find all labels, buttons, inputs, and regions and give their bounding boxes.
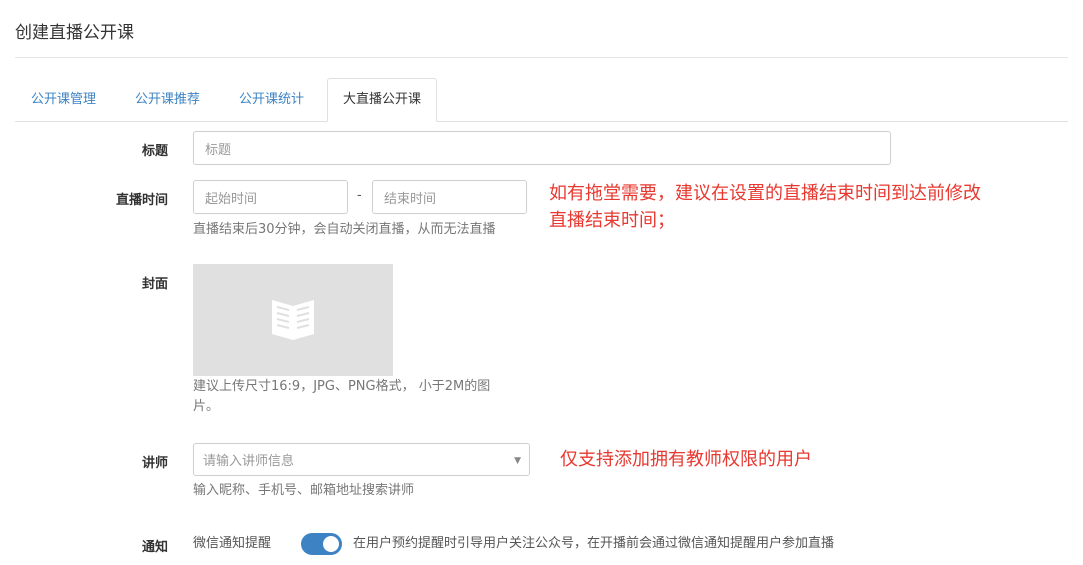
time-separator: - <box>357 188 362 203</box>
cover-label: 封面 <box>141 277 168 292</box>
divider <box>15 57 1068 58</box>
live-time-label: 直播时间 <box>115 193 168 208</box>
cover-help-line1: 建议上传尺寸16:9，JPG、PNG格式， 小于2M的图 <box>193 379 491 394</box>
end-time-input[interactable]: 结束时间 <box>372 180 527 214</box>
cover-upload[interactable] <box>193 264 393 376</box>
live-time-annotation-line2: 直播结束时间； <box>549 210 675 231</box>
title-input[interactable]: 标题 <box>193 131 891 165</box>
live-time-help: 直播结束后30分钟，会自动关闭直播，从而无法直播 <box>193 222 496 237</box>
notify-description: 在用户预约提醒时引导用户关注公众号，在开播前会通过微信通知提醒用户参加直播 <box>353 536 835 551</box>
teacher-select[interactable]: 请输入讲师信息 ▼ <box>193 443 530 476</box>
live-time-annotation-line1: 如有拖堂需要，建议在设置的直播结束时间到达前修改 <box>549 183 981 204</box>
tab-course-recommendation[interactable]: 公开课推荐 <box>135 79 200 121</box>
notify-label: 通知 <box>141 540 168 555</box>
teacher-annotation: 仅支持添加拥有教师权限的用户 <box>560 449 812 470</box>
tab-big-live-course[interactable]: 大直播公开课 <box>327 78 438 122</box>
tab-course-management[interactable]: 公开课管理 <box>31 79 96 121</box>
tab-bar: 公开课管理 公开课推荐 公开课统计 大直播公开课 <box>15 78 1068 122</box>
chevron-down-icon: ▼ <box>514 456 521 466</box>
teacher-select-placeholder: 请输入讲师信息 <box>203 454 295 469</box>
start-time-input[interactable]: 起始时间 <box>193 180 348 214</box>
cover-help-line2: 片。 <box>193 399 220 414</box>
book-icon <box>272 300 314 340</box>
teacher-help: 输入昵称、手机号、邮箱地址搜索讲师 <box>193 483 415 498</box>
page-title: 创建直播公开课 <box>15 23 134 43</box>
toggle-knob <box>323 536 339 552</box>
teacher-label: 讲师 <box>141 456 168 471</box>
title-label: 标题 <box>141 144 168 159</box>
wechat-notify-label: 微信通知提醒 <box>193 536 272 551</box>
tab-course-statistics[interactable]: 公开课统计 <box>239 79 304 121</box>
wechat-notify-toggle[interactable] <box>301 533 342 555</box>
